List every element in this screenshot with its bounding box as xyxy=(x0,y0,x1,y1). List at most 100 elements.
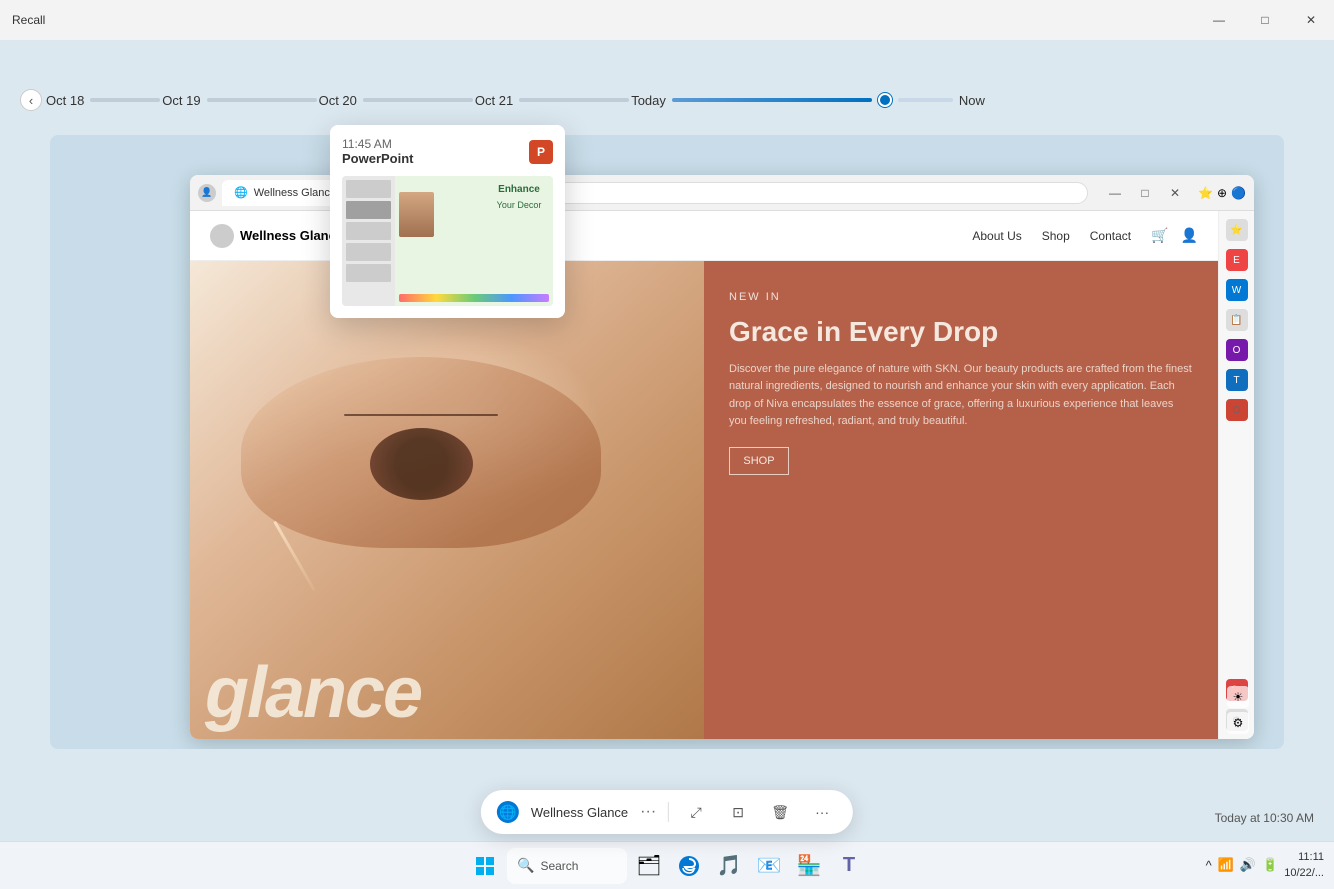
slide-mini-4 xyxy=(346,243,391,261)
timeline-label-today: Today xyxy=(631,93,666,108)
wellness-new-in: NEW IN xyxy=(729,291,1193,303)
browser-overlay-icons: ☀ ⚙ xyxy=(1227,686,1249,734)
timeline-prev-arrow[interactable]: ‹ xyxy=(20,89,42,111)
ppt-app-name: PowerPoint xyxy=(342,151,414,166)
recall-delete-button[interactable]: 🗑 xyxy=(765,797,795,827)
wellness-nav-shop[interactable]: Shop xyxy=(1042,229,1070,243)
sidebar-icon-4[interactable]: 📋 xyxy=(1226,309,1248,331)
browser-toolbar-icon-2[interactable]: ⊕ xyxy=(1217,186,1227,200)
timeline-track-today[interactable] xyxy=(672,98,872,102)
sidebar-icon-6[interactable]: T xyxy=(1226,369,1248,391)
timeline-today: Today xyxy=(631,93,953,108)
recall-app-menu-dots[interactable]: ··· xyxy=(640,803,656,821)
wellness-headline: Grace in Every Drop xyxy=(729,315,1193,349)
wellness-nav-contact[interactable]: Contact xyxy=(1090,229,1131,243)
minimize-button[interactable]: — xyxy=(1196,0,1242,40)
taskbar-teams-icon[interactable]: T xyxy=(831,848,867,884)
taskbar-files-icon[interactable]: 🗂 xyxy=(631,848,667,884)
browser-maximize[interactable]: □ xyxy=(1132,183,1158,203)
brightness-icon[interactable]: ☀ xyxy=(1227,686,1249,708)
timeline-track-oct20[interactable] xyxy=(363,98,473,102)
tray-network-icon[interactable]: 📶 xyxy=(1218,857,1234,873)
tray-datetime[interactable]: 11:11 10/22/... xyxy=(1284,849,1324,882)
recall-app-icon: 🌐 xyxy=(497,801,519,823)
recall-app-label: Wellness Glance xyxy=(531,805,628,820)
wellness-site-name: Wellness Glance xyxy=(240,228,343,243)
browser-minimize[interactable]: — xyxy=(1102,183,1128,203)
tray-date-display: 10/22/... xyxy=(1284,865,1324,882)
recall-more-button[interactable]: ··· xyxy=(807,797,837,827)
timeline-oct19: Oct 19 xyxy=(162,93,316,108)
wellness-shop-button[interactable]: SHOP xyxy=(729,447,789,475)
browser-sidebar: ⭐ E W 📋 O T O 🔴 ⊕ xyxy=(1218,211,1254,739)
close-button[interactable]: ✕ xyxy=(1288,0,1334,40)
edge-icon: 🌐 xyxy=(499,804,516,821)
main-screenshot-area: 👤 🌐 Wellness Glance ✕ 🔒 https://wellness… xyxy=(50,135,1284,749)
browser-tab-favicon: 🌐 xyxy=(234,186,248,199)
wellness-nav-about[interactable]: About Us xyxy=(972,229,1021,243)
ppt-info: 11:45 AM PowerPoint xyxy=(342,137,414,166)
user-icon[interactable]: 👤 xyxy=(1181,227,1198,244)
timeline-oct21: Oct 21 xyxy=(475,93,629,108)
wellness-hero-bg: glance xyxy=(190,261,704,739)
timeline-dot xyxy=(878,93,892,107)
ppt-image xyxy=(399,192,434,237)
timeline-label-oct19: Oct 19 xyxy=(162,93,200,108)
ppt-slide-subtitle: Your Decor xyxy=(493,200,545,210)
timeline-track-oct21[interactable] xyxy=(519,98,629,102)
recall-expand-button[interactable]: ⤢ xyxy=(681,797,711,827)
slide-mini-2 xyxy=(346,201,391,219)
timeline-label-oct20: Oct 20 xyxy=(319,93,357,108)
browser-toolbar-icon-1[interactable]: ⭐ xyxy=(1198,186,1213,200)
ppt-thumbnail[interactable]: Enhance Your Decor xyxy=(342,176,553,306)
wellness-nav-icons: 🛒 👤 xyxy=(1151,227,1198,244)
browser-toolbar-icon-edge[interactable]: 🔵 xyxy=(1231,186,1246,200)
sidebar-icon-1[interactable]: ⭐ xyxy=(1226,219,1248,241)
taskbar-store-icon[interactable]: 🏪 xyxy=(791,848,827,884)
recall-divider xyxy=(668,802,669,822)
system-tray: ^ 📶 🔊 🔋 11:11 10/22/... xyxy=(1196,841,1334,889)
wellness-nav: About Us Shop Contact xyxy=(972,229,1131,243)
timeline-bar: ‹ Oct 18 Oct 19 Oct 20 Oct 21 Today Now xyxy=(0,80,1334,120)
browser-toolbar-icons: ⭐ ⊕ 🔵 xyxy=(1198,186,1246,200)
ppt-colorbar xyxy=(399,294,549,302)
sidebar-icon-3[interactable]: W xyxy=(1226,279,1248,301)
settings-icon[interactable]: ⚙ xyxy=(1227,712,1249,734)
wellness-glance-text: glance xyxy=(205,657,689,729)
taskbar-mail-icon[interactable]: 📧 xyxy=(751,848,787,884)
recall-copy-button[interactable]: ⊡ xyxy=(723,797,753,827)
taskbar-search-button[interactable]: 🔍 Search xyxy=(507,848,627,884)
sidebar-icon-2[interactable]: E xyxy=(1226,249,1248,271)
app-title: Recall xyxy=(12,13,45,27)
sidebar-icon-5[interactable]: O xyxy=(1226,339,1248,361)
browser-close[interactable]: ✕ xyxy=(1162,183,1188,203)
ppt-app-icon: P xyxy=(529,140,553,164)
sidebar-icon-7[interactable]: O xyxy=(1226,399,1248,421)
wellness-hero-left: glance xyxy=(190,261,704,739)
taskbar-edge-icon[interactable] xyxy=(671,848,707,884)
browser-avatar: 👤 xyxy=(198,184,216,202)
tray-sound-icon[interactable]: 🔊 xyxy=(1240,857,1256,873)
timeline-label-oct21: Oct 21 xyxy=(475,93,513,108)
wellness-avatar-icon xyxy=(210,224,234,248)
timeline-track-oct18[interactable] xyxy=(90,98,160,102)
taskbar-music-icon[interactable]: 🎵 xyxy=(711,848,747,884)
tray-chevron[interactable]: ^ xyxy=(1206,858,1212,873)
taskbar: 🔍 Search 🗂 🎵 📧 🏪 T ^ 📶 🔊 🔋 11:11 10/22/.… xyxy=(0,841,1334,889)
timeline-track-after[interactable] xyxy=(898,98,953,102)
ppt-header: 11:45 AM PowerPoint P xyxy=(342,137,553,166)
eye-pupil xyxy=(370,428,473,500)
taskbar-search-label: Search xyxy=(540,859,578,873)
browser-window-controls: — □ ✕ xyxy=(1102,183,1188,203)
taskbar-start-button[interactable] xyxy=(467,848,503,884)
maximize-button[interactable]: □ xyxy=(1242,0,1288,40)
browser-tab-label: Wellness Glance xyxy=(254,187,336,199)
timeline-track-oct19[interactable] xyxy=(207,98,317,102)
ppt-thumb-inner: Enhance Your Decor xyxy=(342,176,553,306)
slide-mini-1 xyxy=(346,180,391,198)
tray-battery-icon[interactable]: 🔋 xyxy=(1262,857,1278,873)
recall-timestamp: Today at 10:30 AM xyxy=(1215,811,1314,825)
cart-icon[interactable]: 🛒 xyxy=(1151,227,1168,244)
recall-toolbar: 🌐 Wellness Glance ··· ⤢ ⊡ 🗑 ··· xyxy=(481,790,853,834)
powerpoint-tooltip: 11:45 AM PowerPoint P Enhance Your Decor xyxy=(330,125,565,318)
